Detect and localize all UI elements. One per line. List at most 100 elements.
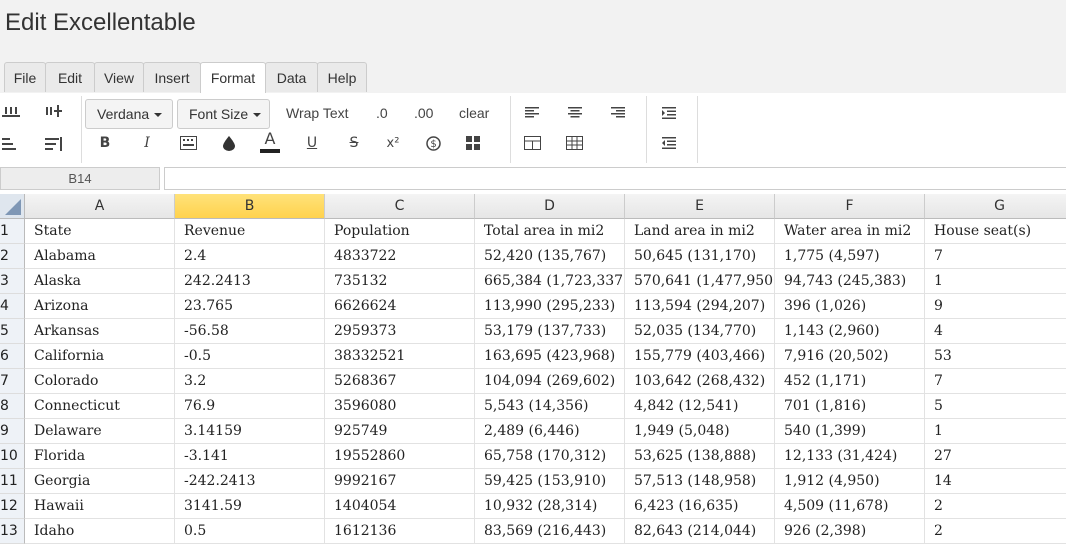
column-header-b[interactable]: B	[175, 194, 325, 219]
font-size-dropdown[interactable]: Font Size	[177, 99, 270, 129]
increase-decimal-button[interactable]: .00	[414, 105, 433, 121]
cell-d11[interactable]: 59,425 (153,910)	[475, 469, 625, 494]
row-header-7[interactable]: 7	[0, 369, 25, 394]
cell-reference-box[interactable]: B14	[0, 167, 160, 190]
currency-icon[interactable]: $	[426, 136, 441, 151]
text-color-button[interactable]: A	[260, 131, 280, 153]
cell-e9[interactable]: 1,949 (5,048)	[625, 419, 775, 444]
cell-d2[interactable]: 52,420 (135,767)	[475, 244, 625, 269]
tab-format[interactable]: Format	[200, 62, 266, 94]
cell-g10[interactable]: 27	[925, 444, 1066, 469]
cell-b7[interactable]: 3.2	[175, 369, 325, 394]
cell-c9[interactable]: 925749	[325, 419, 475, 444]
cell-g13[interactable]: 2	[925, 519, 1066, 544]
cell-b3[interactable]: 242.2413	[175, 269, 325, 294]
cell-a3[interactable]: Alaska	[25, 269, 175, 294]
cell-border-icon[interactable]	[180, 136, 197, 150]
cell-f9[interactable]: 540 (1,399)	[775, 419, 925, 444]
cell-c5[interactable]: 2959373	[325, 319, 475, 344]
row-header-1[interactable]: 1	[0, 219, 25, 244]
cell-a2[interactable]: Alabama	[25, 244, 175, 269]
cell-d10[interactable]: 65,758 (170,312)	[475, 444, 625, 469]
cell-f3[interactable]: 94,743 (245,383)	[775, 269, 925, 294]
cell-e6[interactable]: 155,779 (403,466)	[625, 344, 775, 369]
cell-d9[interactable]: 2,489 (6,446)	[475, 419, 625, 444]
cell-f12[interactable]: 4,509 (11,678)	[775, 494, 925, 519]
row-header-6[interactable]: 6	[0, 344, 25, 369]
insert-row-above-icon[interactable]	[2, 105, 20, 119]
font-family-dropdown[interactable]: Verdana	[85, 99, 173, 129]
cell-e1[interactable]: Land area in mi2	[625, 219, 775, 244]
cell-f10[interactable]: 12,133 (31,424)	[775, 444, 925, 469]
cell-c10[interactable]: 19552860	[325, 444, 475, 469]
wrap-text-button[interactable]: Wrap Text	[286, 105, 349, 121]
cell-g4[interactable]: 9	[925, 294, 1066, 319]
cell-d5[interactable]: 53,179 (137,733)	[475, 319, 625, 344]
select-all-corner[interactable]	[0, 194, 25, 219]
cell-a1[interactable]: State	[25, 219, 175, 244]
fill-color-icon[interactable]	[222, 135, 236, 151]
cell-c7[interactable]: 5268367	[325, 369, 475, 394]
cell-b1[interactable]: Revenue	[175, 219, 325, 244]
cell-d13[interactable]: 83,569 (216,443)	[475, 519, 625, 544]
sort-descending-icon[interactable]	[45, 136, 63, 152]
cell-a4[interactable]: Arizona	[25, 294, 175, 319]
italic-button[interactable]: I	[138, 134, 156, 152]
strikethrough-button[interactable]: S	[346, 134, 362, 152]
tab-edit[interactable]: Edit	[45, 62, 95, 92]
cell-d8[interactable]: 5,543 (14,356)	[475, 394, 625, 419]
cell-g2[interactable]: 7	[925, 244, 1066, 269]
cell-g12[interactable]: 2	[925, 494, 1066, 519]
cell-d7[interactable]: 104,094 (269,602)	[475, 369, 625, 394]
column-header-e[interactable]: E	[625, 194, 775, 219]
cell-g7[interactable]: 7	[925, 369, 1066, 394]
cell-c2[interactable]: 4833722	[325, 244, 475, 269]
cell-a7[interactable]: Colorado	[25, 369, 175, 394]
row-header-9[interactable]: 9	[0, 419, 25, 444]
cell-b2[interactable]: 2.4	[175, 244, 325, 269]
cell-e2[interactable]: 50,645 (131,170)	[625, 244, 775, 269]
cell-d1[interactable]: Total area in mi2	[475, 219, 625, 244]
row-header-3[interactable]: 3	[0, 269, 25, 294]
row-header-2[interactable]: 2	[0, 244, 25, 269]
cell-b10[interactable]: -3.141	[175, 444, 325, 469]
cell-f13[interactable]: 926 (2,398)	[775, 519, 925, 544]
cell-e3[interactable]: 570,641 (1,477,950)	[625, 269, 775, 294]
cell-e12[interactable]: 6,423 (16,635)	[625, 494, 775, 519]
cell-g5[interactable]: 4	[925, 319, 1066, 344]
row-header-5[interactable]: 5	[0, 319, 25, 344]
cell-c3[interactable]: 735132	[325, 269, 475, 294]
cell-f4[interactable]: 396 (1,026)	[775, 294, 925, 319]
cell-f11[interactable]: 1,912 (4,950)	[775, 469, 925, 494]
cell-f1[interactable]: Water area in mi2	[775, 219, 925, 244]
cell-c12[interactable]: 1404054	[325, 494, 475, 519]
cell-e8[interactable]: 4,842 (12,541)	[625, 394, 775, 419]
cell-d3[interactable]: 665,384 (1,723,337)	[475, 269, 625, 294]
column-header-f[interactable]: F	[775, 194, 925, 219]
tab-view[interactable]: View	[94, 62, 144, 92]
cell-b8[interactable]: 76.9	[175, 394, 325, 419]
cell-g3[interactable]: 1	[925, 269, 1066, 294]
cell-a5[interactable]: Arkansas	[25, 319, 175, 344]
align-right-icon[interactable]	[611, 107, 625, 118]
cell-f5[interactable]: 1,143 (2,960)	[775, 319, 925, 344]
cell-b11[interactable]: -242.2413	[175, 469, 325, 494]
split-cells-icon[interactable]	[566, 136, 583, 150]
cell-f8[interactable]: 701 (1,816)	[775, 394, 925, 419]
row-header-10[interactable]: 10	[0, 444, 25, 469]
cell-g8[interactable]: 5	[925, 394, 1066, 419]
column-header-g[interactable]: G	[925, 194, 1066, 219]
tab-insert[interactable]: Insert	[143, 62, 201, 92]
clear-format-button[interactable]: clear	[459, 105, 489, 121]
column-header-c[interactable]: C	[325, 194, 475, 219]
cell-a11[interactable]: Georgia	[25, 469, 175, 494]
cell-e7[interactable]: 103,642 (268,432)	[625, 369, 775, 394]
cell-e4[interactable]: 113,594 (294,207)	[625, 294, 775, 319]
cell-e11[interactable]: 57,513 (148,958)	[625, 469, 775, 494]
tab-data[interactable]: Data	[265, 62, 318, 92]
insert-column-icon[interactable]	[45, 105, 63, 119]
row-header-8[interactable]: 8	[0, 394, 25, 419]
cell-f2[interactable]: 1,775 (4,597)	[775, 244, 925, 269]
cell-g1[interactable]: House seat(s)	[925, 219, 1066, 244]
cell-g11[interactable]: 14	[925, 469, 1066, 494]
